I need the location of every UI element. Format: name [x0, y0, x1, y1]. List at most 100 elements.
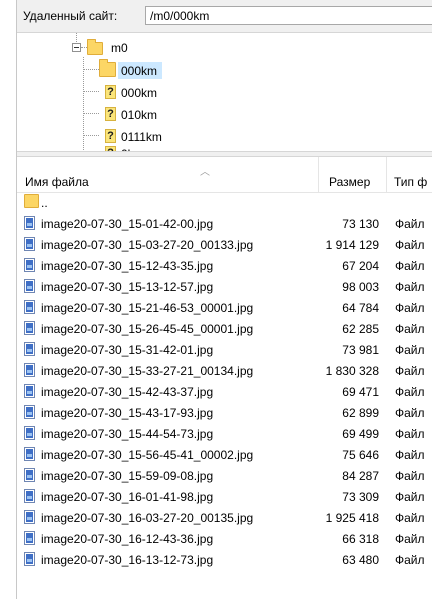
table-row[interactable]: image20-07-30_15-12-43-35.jpg 67 204 Фай… [17, 255, 432, 276]
file-size: 64 784 [342, 301, 379, 315]
tree-guide-line [83, 69, 99, 70]
parent-directory-row[interactable]: .. [17, 192, 432, 213]
file-name: image20-07-30_16-01-41-98.jpg [41, 490, 214, 504]
file-name: image20-07-30_15-59-09-08.jpg [41, 469, 214, 483]
file-size: 75 646 [342, 448, 379, 462]
image-file-icon [24, 363, 35, 377]
file-type: Файл [395, 469, 425, 483]
table-row[interactable]: image20-07-30_15-42-43-37.jpg 69 471 Фай… [17, 381, 432, 402]
unknown-folder-icon: ? [105, 129, 116, 143]
table-row[interactable]: image20-07-30_15-03-27-20_00133.jpg 1 91… [17, 234, 432, 255]
tree-node-000km[interactable]: 000km [121, 86, 157, 100]
unknown-folder-icon: ? [105, 85, 116, 99]
tree-node-000km-selected[interactable]: 000km [121, 64, 157, 78]
file-size: 62 899 [342, 406, 379, 420]
file-type: Файл [395, 511, 425, 525]
image-file-icon [24, 342, 35, 356]
remote-directory-tree[interactable]: m0 000km ? 000km ? 010km ? 0111km ? 0k [17, 33, 432, 151]
table-row[interactable]: image20-07-30_15-26-45-45_00001.jpg 62 2… [17, 318, 432, 339]
tree-node-label[interactable]: m0 [111, 41, 128, 55]
file-type: Файл [395, 217, 425, 231]
tree-guide-line [83, 135, 99, 136]
file-size: 67 204 [342, 259, 379, 273]
file-size: 63 480 [342, 553, 379, 567]
image-file-icon [24, 237, 35, 251]
file-size: 69 471 [342, 385, 379, 399]
file-name: image20-07-30_15-01-42-00.jpg [41, 217, 214, 231]
column-divider[interactable] [386, 157, 387, 192]
image-file-icon [24, 447, 35, 461]
file-name: image20-07-30_15-12-43-35.jpg [41, 259, 214, 273]
table-row[interactable]: image20-07-30_15-31-42-01.jpg 73 981 Фай… [17, 339, 432, 360]
file-size: 73 981 [342, 343, 379, 357]
file-name: image20-07-30_15-13-12-57.jpg [41, 280, 214, 294]
parent-directory-label: .. [41, 196, 48, 210]
file-size: 1 830 328 [325, 364, 379, 378]
file-type: Файл [395, 343, 425, 357]
table-row[interactable]: image20-07-30_16-12-43-36.jpg 66 318 Фай… [17, 528, 432, 549]
file-name: image20-07-30_15-44-54-73.jpg [41, 427, 214, 441]
image-file-icon [24, 552, 35, 566]
image-file-icon [24, 531, 35, 545]
file-name: image20-07-30_15-42-43-37.jpg [41, 385, 214, 399]
table-row[interactable]: image20-07-30_16-13-12-73.jpg 63 480 Фай… [17, 549, 432, 570]
image-file-icon [24, 258, 35, 272]
remote-path-bar: Удаленный сайт: /m0/000km [17, 0, 432, 33]
file-name: image20-07-30_15-31-42-01.jpg [41, 343, 214, 357]
image-file-icon [24, 321, 35, 335]
column-divider[interactable] [318, 157, 319, 192]
sort-ascending-icon: ︿ [200, 167, 210, 178]
file-name: image20-07-30_15-03-27-20_00133.jpg [41, 238, 254, 252]
table-row[interactable]: image20-07-30_15-44-54-73.jpg 69 499 Фай… [17, 423, 432, 444]
image-file-icon [24, 489, 35, 503]
table-row[interactable]: image20-07-30_15-33-27-21_00134.jpg 1 83… [17, 360, 432, 381]
file-type: Файл [395, 448, 425, 462]
file-size: 66 318 [342, 532, 379, 546]
folder-icon [99, 59, 116, 77]
file-size: 1 925 418 [325, 511, 379, 525]
tree-guide-line [83, 91, 99, 92]
table-row[interactable]: image20-07-30_15-43-17-93.jpg 62 899 Фай… [17, 402, 432, 423]
file-list-header: ︿ Имя файла Размер Тип ф [17, 157, 432, 193]
image-file-icon [24, 426, 35, 440]
folder-open-icon [87, 39, 103, 55]
file-type: Файл [395, 406, 425, 420]
image-file-icon [24, 384, 35, 398]
file-type: Файл [395, 553, 425, 567]
table-row[interactable]: image20-07-30_15-59-09-08.jpg 84 287 Фай… [17, 465, 432, 486]
remote-site-label: Удаленный сайт: [23, 9, 118, 23]
collapse-icon[interactable] [72, 43, 81, 52]
file-type: Файл [395, 385, 425, 399]
image-file-icon [24, 279, 35, 293]
table-row[interactable]: image20-07-30_16-03-27-20_00135.jpg 1 92… [17, 507, 432, 528]
table-row[interactable]: image20-07-30_15-13-12-57.jpg 98 003 Фай… [17, 276, 432, 297]
tree-node-0111km[interactable]: 0111km [121, 130, 162, 144]
file-type: Файл [395, 490, 425, 504]
file-name: image20-07-30_15-43-17-93.jpg [41, 406, 214, 420]
table-row[interactable]: image20-07-30_16-01-41-98.jpg 73 309 Фай… [17, 486, 432, 507]
file-size: 84 287 [342, 469, 379, 483]
file-type: Файл [395, 259, 425, 273]
image-file-icon [24, 510, 35, 524]
table-row[interactable]: image20-07-30_15-21-46-53_00001.jpg 64 7… [17, 297, 432, 318]
remote-path-input[interactable]: /m0/000km [145, 6, 432, 25]
file-type: Файл [395, 427, 425, 441]
image-file-icon [24, 405, 35, 419]
file-list[interactable]: .. image20-07-30_15-01-42-00.jpg 73 130 … [17, 192, 432, 599]
column-header-type[interactable]: Тип ф [394, 175, 427, 189]
remote-site-panel: Удаленный сайт: /m0/000km m0 000km ? 000… [16, 0, 432, 599]
file-name: image20-07-30_15-33-27-21_00134.jpg [41, 364, 254, 378]
file-size: 69 499 [342, 427, 379, 441]
table-row[interactable]: image20-07-30_15-56-45-41_00002.jpg 75 6… [17, 444, 432, 465]
file-name: image20-07-30_16-12-43-36.jpg [41, 532, 214, 546]
image-file-icon [24, 216, 35, 230]
unknown-folder-icon: ? [105, 107, 116, 121]
column-header-size[interactable]: Размер [329, 175, 370, 189]
file-type: Файл [395, 322, 425, 336]
file-type: Файл [395, 364, 425, 378]
tree-node-010km[interactable]: 010km [121, 108, 157, 122]
column-header-filename[interactable]: Имя файла [25, 175, 89, 189]
file-type: Файл [395, 532, 425, 546]
folder-icon [24, 194, 39, 208]
table-row[interactable]: image20-07-30_15-01-42-00.jpg 73 130 Фай… [17, 213, 432, 234]
